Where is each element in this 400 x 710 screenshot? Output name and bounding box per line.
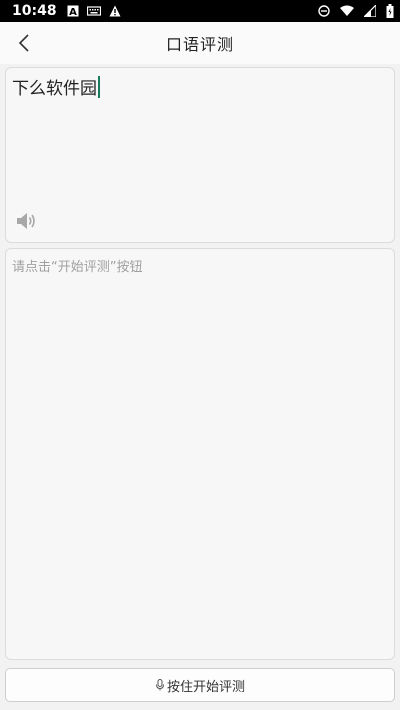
page-title: 口语评测 xyxy=(165,35,234,54)
keyboard-icon xyxy=(86,6,101,16)
status-right-icons xyxy=(318,4,394,18)
input-text: 下么软件园 xyxy=(12,79,97,99)
status-left-icons: A xyxy=(67,5,121,17)
app-bar: 口语评测 xyxy=(0,22,400,64)
record-button-label: 按住开始评测 xyxy=(166,679,245,695)
chevron-left-icon xyxy=(18,34,29,52)
microphone-icon xyxy=(155,679,164,691)
speaker-button[interactable] xyxy=(16,211,38,231)
svg-text:A: A xyxy=(69,7,77,17)
input-panel: 下么软件园 xyxy=(5,67,395,243)
do-not-disturb-icon xyxy=(318,5,330,17)
result-placeholder: 请点击“开始评测”按钮 xyxy=(12,260,143,275)
status-bar: 10:48 A xyxy=(0,0,400,22)
wifi-icon xyxy=(340,5,354,16)
result-panel: 请点击“开始评测”按钮 xyxy=(5,248,395,660)
warning-icon xyxy=(109,5,121,17)
input-text-field[interactable]: 下么软件园 xyxy=(12,74,100,99)
battery-icon xyxy=(386,4,394,18)
status-time: 10:48 xyxy=(12,3,57,19)
signal-icon xyxy=(364,5,376,17)
text-a-icon: A xyxy=(67,5,79,17)
back-button[interactable] xyxy=(12,30,36,56)
speaker-icon xyxy=(17,213,35,229)
record-button[interactable]: 按住开始评测 xyxy=(5,668,395,702)
text-caret xyxy=(98,75,100,98)
